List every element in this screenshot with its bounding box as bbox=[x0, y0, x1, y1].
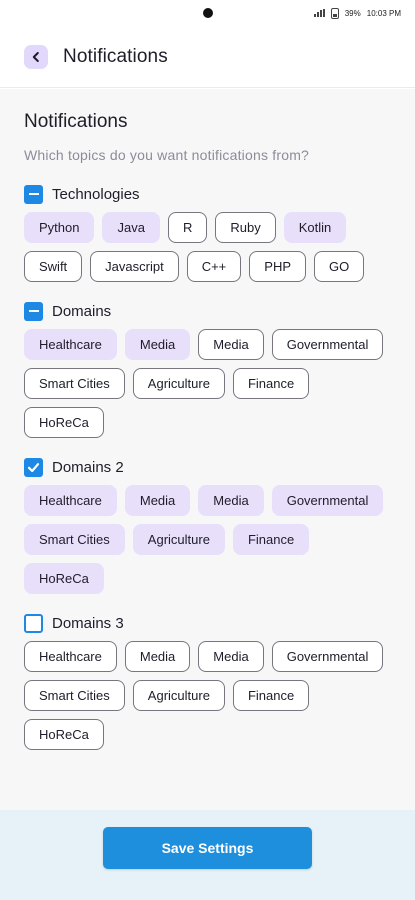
group-checkbox[interactable] bbox=[24, 184, 43, 204]
chevron-left-icon bbox=[32, 51, 39, 62]
topic-chip[interactable]: Agriculture bbox=[132, 368, 225, 399]
topic-chip[interactable]: Media bbox=[124, 485, 191, 516]
topic-chip[interactable]: Agriculture bbox=[132, 680, 225, 711]
topic-chip[interactable]: Governmental bbox=[271, 641, 384, 672]
chip-list: Healthcare Media Media Governmental Smart Ci… bbox=[24, 485, 394, 594]
page-title: Notifications bbox=[63, 45, 168, 67]
topic-chip[interactable]: Python bbox=[24, 212, 95, 243]
chip-list: Python Java R Ruby Kotlin Swift Javascript C++ P… bbox=[24, 212, 394, 282]
topic-chip[interactable]: HoReCa bbox=[24, 563, 104, 594]
topic-chip[interactable]: R bbox=[167, 212, 208, 243]
app-bar: Notifications bbox=[0, 26, 415, 88]
topic-chip[interactable]: Healthcare bbox=[24, 641, 117, 672]
topic-chip[interactable]: HoReCa bbox=[24, 719, 104, 750]
section-title: Notifications bbox=[24, 111, 128, 132]
group-label[interactable]: Domains 3 bbox=[52, 615, 124, 632]
topic-chip[interactable]: Governmental bbox=[271, 485, 384, 516]
indeterminate-dash-icon bbox=[28, 309, 39, 313]
chip-list: Healthcare Media Media Governmental Smart Ci… bbox=[24, 329, 394, 438]
topic-chip[interactable]: Finance bbox=[232, 680, 310, 711]
topic-chip[interactable]: Finance bbox=[232, 368, 310, 399]
chip-list: Healthcare Media Media Governmental Smart Ci… bbox=[24, 641, 394, 750]
topic-chip[interactable]: Healthcare bbox=[24, 329, 117, 360]
status-bar: 39% 10:03 PM bbox=[0, 0, 415, 26]
group-header: Technologies bbox=[24, 184, 415, 204]
group-checkbox[interactable] bbox=[24, 613, 43, 633]
battery-icon bbox=[330, 7, 339, 19]
battery-level: 39% bbox=[344, 8, 361, 18]
topic-chip[interactable]: Smart Cities bbox=[24, 524, 125, 555]
topic-chip[interactable]: Smart Cities bbox=[24, 680, 125, 711]
clock: 10:03 PM bbox=[366, 8, 401, 18]
footer-bar: Save Settings bbox=[0, 810, 415, 900]
topic-group: Domains 3 Healthcare Media Media Governmenta… bbox=[24, 613, 415, 750]
topic-chip[interactable]: Media bbox=[198, 329, 264, 360]
checkmark-icon bbox=[27, 462, 40, 472]
topic-chip[interactable]: Ruby bbox=[215, 212, 276, 243]
topic-chip[interactable]: Kotlin bbox=[283, 212, 347, 243]
topic-chip[interactable]: Agriculture bbox=[132, 524, 225, 555]
section-subtitle: Which topics do you want notifications f… bbox=[24, 147, 310, 163]
group-label[interactable]: Domains bbox=[52, 303, 111, 320]
group-checkbox[interactable] bbox=[24, 457, 43, 477]
topic-chip[interactable]: PHP bbox=[249, 251, 307, 282]
camera-cutout bbox=[203, 8, 213, 18]
topic-chip[interactable]: Java bbox=[102, 212, 160, 243]
status-indicators: 39% 10:03 PM bbox=[313, 7, 401, 19]
topic-chip[interactable]: Smart Cities bbox=[24, 368, 125, 399]
topic-chip[interactable]: C++ bbox=[186, 251, 242, 282]
group-header: Domains bbox=[24, 301, 415, 321]
topic-chip[interactable]: Media bbox=[124, 641, 191, 672]
topic-chip[interactable]: Swift bbox=[24, 251, 83, 282]
topic-chip[interactable]: Governmental bbox=[271, 329, 384, 360]
topic-chip[interactable]: Healthcare bbox=[24, 485, 117, 516]
group-header: Domains 2 bbox=[24, 457, 415, 477]
group-header: Domains 3 bbox=[24, 613, 415, 633]
group-checkbox[interactable] bbox=[24, 301, 43, 321]
group-label[interactable]: Domains 2 bbox=[52, 459, 124, 476]
topic-chip[interactable]: Media bbox=[198, 485, 264, 516]
topic-group: Domains 2 Healthcare Media Media Governmenta… bbox=[24, 457, 415, 594]
topic-chip[interactable]: GO bbox=[314, 251, 365, 282]
back-button[interactable] bbox=[24, 44, 48, 69]
topic-groups: Technologies Python Java R Ruby Kotlin Swift Ja… bbox=[24, 184, 415, 750]
topic-chip[interactable]: Media bbox=[198, 641, 264, 672]
group-label[interactable]: Technologies bbox=[52, 186, 140, 203]
indeterminate-dash-icon bbox=[28, 192, 39, 196]
topic-chip[interactable]: Media bbox=[124, 329, 191, 360]
topic-chip[interactable]: Finance bbox=[232, 524, 310, 555]
settings-content[interactable]: Notifications Which topics do you want n… bbox=[0, 89, 415, 810]
topic-chip[interactable]: HoReCa bbox=[24, 407, 104, 438]
topic-group: Domains Healthcare Media Media Governmental S… bbox=[24, 301, 415, 438]
signal-icon bbox=[313, 9, 325, 17]
topic-chip[interactable]: Javascript bbox=[90, 251, 179, 282]
topic-group: Technologies Python Java R Ruby Kotlin Swift Ja… bbox=[24, 184, 415, 282]
save-settings-button[interactable]: Save Settings bbox=[103, 827, 312, 869]
